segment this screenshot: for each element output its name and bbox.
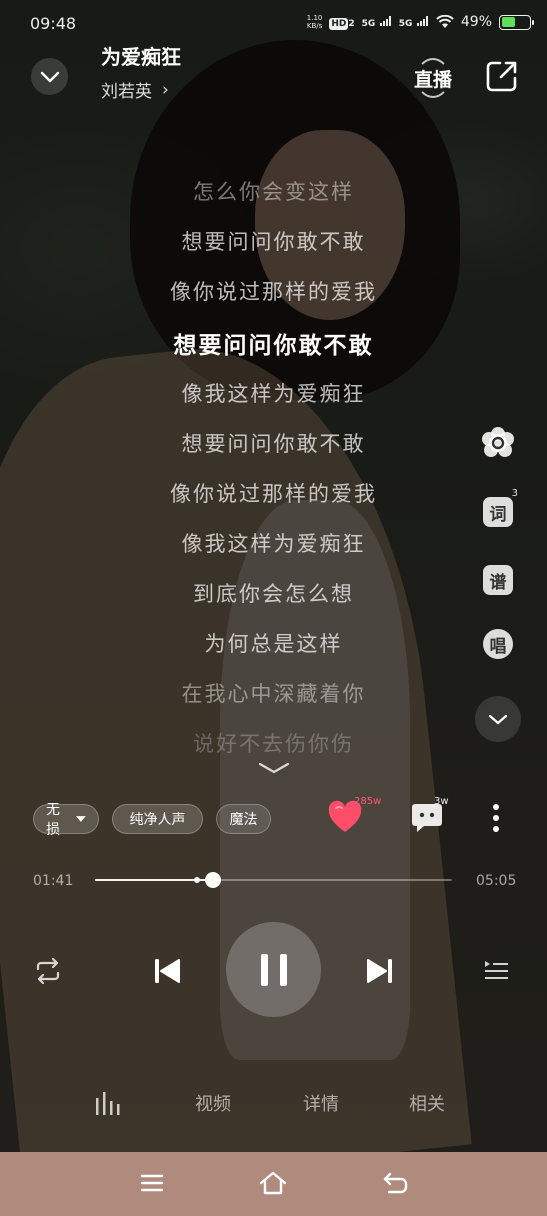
share-button[interactable] bbox=[484, 58, 520, 94]
quality-dropdown[interactable]: 无损 bbox=[33, 802, 99, 838]
magic-label: 魔法 bbox=[229, 812, 258, 828]
tab-details[interactable]: 详情 bbox=[303, 1090, 339, 1116]
comment-count: 3w bbox=[434, 796, 449, 807]
song-title: 为爱痴狂 bbox=[101, 45, 181, 69]
back-nav-button[interactable] bbox=[380, 1168, 410, 1198]
live-label: 直播 bbox=[413, 68, 452, 91]
more-options-button[interactable] bbox=[486, 802, 506, 838]
tab-video[interactable]: 视频 bbox=[195, 1090, 231, 1116]
magic-effect-button[interactable]: 魔法 bbox=[216, 804, 271, 834]
pure-vocal-button[interactable]: 纯净人声 bbox=[112, 804, 203, 834]
tab-related[interactable]: 相关 bbox=[409, 1090, 445, 1116]
repeat-mode-button[interactable] bbox=[33, 956, 63, 990]
artist-name: 刘若英 bbox=[101, 82, 152, 102]
pure-vocal-label: 纯净人声 bbox=[129, 812, 186, 828]
chevron-down-icon bbox=[258, 762, 290, 774]
side-tools-collapse-button[interactable] bbox=[475, 696, 521, 742]
previous-track-button[interactable] bbox=[151, 955, 183, 991]
net-speed: 1.10 KB/s bbox=[306, 14, 323, 30]
home-nav-button[interactable] bbox=[258, 1168, 288, 1198]
skip-previous-icon bbox=[155, 959, 180, 983]
pause-icon bbox=[260, 953, 287, 986]
next-track-button[interactable] bbox=[364, 955, 396, 991]
home-icon bbox=[259, 1171, 287, 1195]
quality-label: 无损 bbox=[46, 802, 60, 838]
lyric-label: 词 bbox=[483, 497, 513, 527]
status-bar-right: 1.10 KB/s HD 2 5G 5G 49% bbox=[306, 14, 534, 30]
lyrics-expand-button[interactable] bbox=[258, 760, 290, 779]
progress-slider[interactable] bbox=[95, 872, 452, 888]
artist-link[interactable]: 刘若英 › bbox=[101, 77, 169, 103]
lyric-line[interactable]: 说好不去伤你伤 bbox=[0, 728, 547, 758]
settings-button[interactable] bbox=[480, 425, 516, 461]
equalizer-icon bbox=[96, 1092, 120, 1115]
lyric-line[interactable]: 在我心中深藏着你 bbox=[0, 678, 547, 708]
score-label: 谱 bbox=[483, 565, 513, 595]
menu-icon bbox=[140, 1174, 164, 1192]
hd-icon: HD 2 bbox=[329, 18, 355, 30]
lyric-line[interactable]: 像你说过那样的爱我 bbox=[0, 276, 547, 306]
lyric-line[interactable]: 为何总是这样 bbox=[0, 628, 547, 658]
lyric-line[interactable]: 想要问问你敢不敢 bbox=[0, 428, 547, 458]
caret-down-icon bbox=[76, 816, 86, 822]
lyric-line[interactable]: 像我这样为爱痴狂 bbox=[0, 378, 547, 408]
lyric-count: 3 bbox=[511, 488, 518, 499]
repeat-icon bbox=[36, 957, 60, 985]
current-time: 01:41 bbox=[33, 873, 74, 889]
signal-icon-2: 5G bbox=[399, 14, 429, 30]
tab-equalizer[interactable] bbox=[94, 1090, 124, 1120]
lyrics-tool-button[interactable]: 词 3 bbox=[480, 488, 518, 530]
chevron-down-icon bbox=[40, 71, 59, 82]
sing-button[interactable]: 唱 bbox=[480, 626, 516, 662]
status-time: 09:48 bbox=[30, 14, 77, 33]
like-count: 285w bbox=[354, 796, 382, 807]
lyric-line[interactable]: 到底你会怎么想 bbox=[0, 578, 547, 608]
lyric-line-current[interactable]: 想要问问你敢不敢 bbox=[0, 326, 547, 360]
lyric-line[interactable]: 想要问问你敢不敢 bbox=[0, 226, 547, 256]
signal-icon: 5G bbox=[362, 14, 392, 30]
share-icon bbox=[486, 61, 517, 92]
lyric-line[interactable]: 怎么你会变这样 bbox=[0, 176, 547, 206]
total-time: 05:05 bbox=[476, 873, 517, 889]
more-vertical-icon bbox=[493, 804, 499, 832]
lyric-line[interactable]: 像我这样为爱痴狂 bbox=[0, 528, 547, 558]
chevron-right-icon: › bbox=[162, 79, 169, 100]
flower-settings-icon bbox=[482, 427, 514, 457]
score-button[interactable]: 谱 bbox=[480, 562, 516, 598]
lyric-line[interactable]: 像你说过那样的爱我 bbox=[0, 478, 547, 508]
collapse-player-button[interactable] bbox=[31, 58, 68, 95]
playlist-icon bbox=[485, 961, 508, 979]
wifi-icon bbox=[436, 15, 454, 28]
pause-button[interactable] bbox=[226, 922, 321, 1017]
live-button[interactable]: 直播 bbox=[410, 58, 456, 98]
battery-icon bbox=[499, 14, 534, 30]
menu-nav-button[interactable] bbox=[137, 1168, 167, 1198]
chevron-down-icon bbox=[488, 714, 508, 724]
sing-label: 唱 bbox=[483, 629, 513, 659]
back-icon bbox=[383, 1172, 408, 1194]
battery-percent: 49% bbox=[460, 14, 492, 30]
playlist-button[interactable] bbox=[482, 957, 510, 989]
skip-next-icon bbox=[367, 959, 392, 983]
